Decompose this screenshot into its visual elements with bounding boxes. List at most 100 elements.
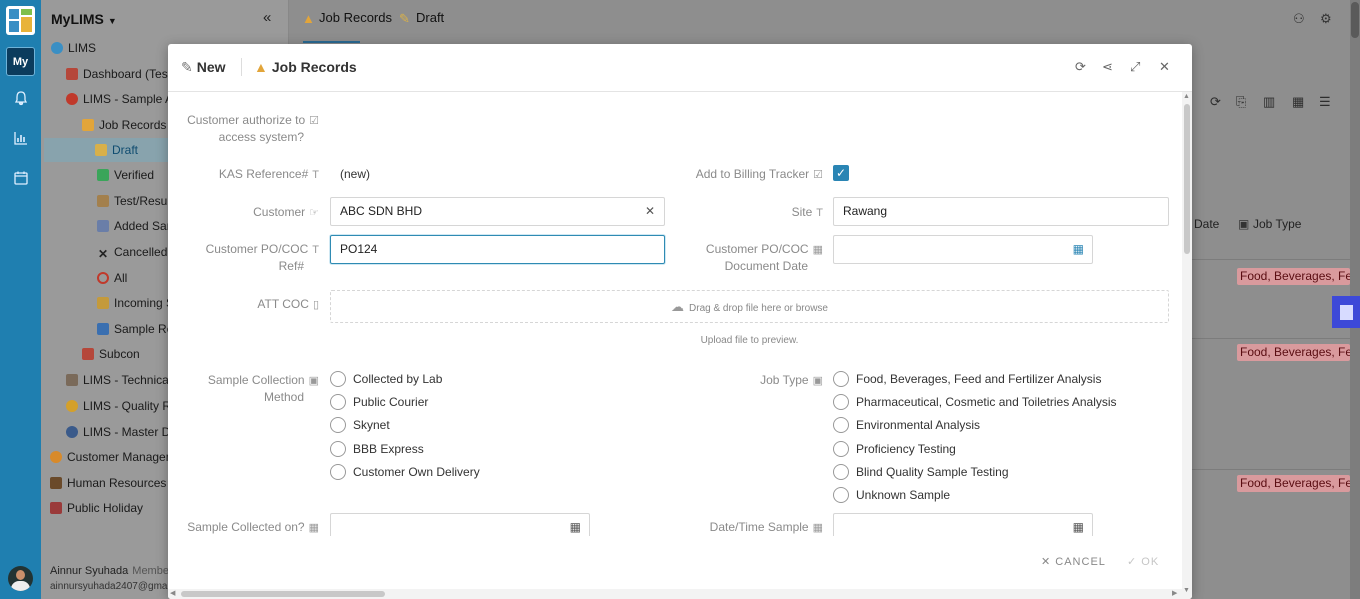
radio-customer-own-delivery[interactable]: Customer Own Delivery xyxy=(330,464,480,481)
sidebar-item-sample-register[interactable]: Sample Re xyxy=(97,317,173,341)
sample-collection-label: Sample Collection ▣ Method xyxy=(207,373,319,404)
modal-vertical-scrollbar[interactable]: ▲ ▼ xyxy=(1182,92,1192,599)
dropdown-icon: ▣ xyxy=(1238,217,1250,231)
dropdown-icon: ▣ xyxy=(812,375,823,387)
sidebar-item-job-records[interactable]: Job Records xyxy=(82,113,166,137)
radio-job-type-blind-quality[interactable]: Blind Quality Sample Testing xyxy=(833,464,1009,481)
sidebar-item-technical[interactable]: LIMS - Technical l xyxy=(66,368,177,392)
radio-job-type-unknown[interactable]: Unknown Sample xyxy=(833,487,950,504)
expand-icon[interactable]: ⤢ xyxy=(1130,59,1140,75)
user-name: Ainnur Syuhada xyxy=(50,565,129,577)
sidebar-item-dashboard[interactable]: Dashboard (Testi xyxy=(66,62,174,86)
new-job-record-modal: ✎ New ▲ Job Records ⟳ ⋖ ⤢ ✕ Customer autho… xyxy=(168,44,1192,599)
sidebar-item-lims[interactable]: LIMS xyxy=(51,36,96,60)
po-document-date-field[interactable]: ▦ xyxy=(833,235,1093,264)
table-divider xyxy=(1180,469,1350,470)
sidebar-item-added-sample[interactable]: Added San xyxy=(97,214,173,238)
radio-collected-by-lab[interactable]: Collected by Lab xyxy=(330,371,442,388)
sidebar-item-master-data[interactable]: LIMS - Master Da xyxy=(66,420,177,444)
sidebar-item-hr[interactable]: Human Resources xyxy=(50,471,166,495)
radio-job-type-environmental[interactable]: Environmental Analysis xyxy=(833,417,980,434)
ok-button[interactable]: ✓ OK xyxy=(1127,555,1159,568)
clear-icon[interactable]: ✕ xyxy=(645,198,655,225)
column-header-date[interactable]: Date xyxy=(1194,217,1219,231)
job-type-tag: Food, Beverages, Feed xyxy=(1237,475,1350,492)
share-icon[interactable]: ⋖ xyxy=(1102,59,1113,75)
workspace-title: MyLIMS xyxy=(51,11,104,27)
sidebar-item-label: Added San xyxy=(114,219,174,233)
dropdown-icon: ▣ xyxy=(308,375,319,387)
floating-panel-toggle[interactable] xyxy=(1332,296,1360,328)
calendar-icon: ▦ xyxy=(812,522,823,534)
sidebar-item-label: LIMS - Technical l xyxy=(83,373,178,387)
sidebar-item-incoming[interactable]: Incoming S xyxy=(97,291,174,315)
job-type-label: Job Type ▣ xyxy=(760,373,823,387)
org-chart-icon[interactable]: ⚇ xyxy=(1293,11,1305,27)
calendar-icon[interactable]: ▦ xyxy=(1073,514,1084,536)
sidebar-item-quality[interactable]: LIMS - Quality Rec xyxy=(66,394,184,418)
customer-po-field[interactable]: PO124 xyxy=(330,235,665,264)
cancel-button[interactable]: ✕ CANCEL xyxy=(1041,555,1106,568)
export-icon[interactable]: ⎘ xyxy=(1236,94,1246,110)
site-field[interactable]: Rawang xyxy=(833,197,1169,226)
sidebar-item-sample-accept[interactable]: LIMS - Sample Ac xyxy=(66,87,179,111)
active-tab-indicator xyxy=(303,41,360,43)
radio-job-type-proficiency[interactable]: Proficiency Testing xyxy=(833,441,956,458)
sidebar-item-customer[interactable]: Customer Managem xyxy=(50,445,176,469)
calendar-icon[interactable]: ▦ xyxy=(1073,236,1084,263)
refresh-icon[interactable]: ⟳ xyxy=(1210,94,1221,110)
calendar-icon[interactable] xyxy=(10,170,31,191)
text-icon: T xyxy=(312,244,319,256)
settings-icon[interactable]: ⚙ xyxy=(1320,11,1332,27)
chart-icon[interactable]: ▥ xyxy=(1263,94,1275,110)
radio-public-courier[interactable]: Public Courier xyxy=(330,394,428,411)
chart-bar-icon xyxy=(97,323,109,335)
customer-field[interactable]: ABC SDN BHD ✕ xyxy=(330,197,665,226)
breadcrumb-draft[interactable]: Draft xyxy=(416,10,444,25)
job-type-tag: Food, Beverages, Feed xyxy=(1237,344,1350,361)
sample-collected-on-label: Sample Collected on? ▦ xyxy=(187,520,319,534)
sidebar-item-label: Test/Resul xyxy=(114,194,171,208)
att-coc-label: ATT COC ▯ xyxy=(257,297,319,311)
dashboard-icon xyxy=(66,68,78,80)
radio-bbb-express[interactable]: BBB Express xyxy=(330,441,424,458)
close-icon[interactable]: ✕ xyxy=(1159,59,1170,75)
bell-icon[interactable] xyxy=(10,90,31,111)
sidebar-item-all[interactable]: All xyxy=(97,266,127,290)
chart-icon[interactable] xyxy=(10,130,31,151)
workspace-switcher[interactable]: MyLIMS ▼ xyxy=(51,11,117,27)
calendar-icon[interactable]: ▦ xyxy=(570,514,581,536)
user-info[interactable]: Ainnur Syuhada Member ainnursyuhada2407@g… xyxy=(50,564,173,594)
sample-collected-on-field[interactable]: ▦ xyxy=(330,513,590,536)
breadcrumb-job-records[interactable]: Job Records xyxy=(319,10,392,25)
modal-horizontal-scrollbar[interactable]: ◀ ▶ xyxy=(168,589,1182,599)
gear-icon xyxy=(66,426,78,438)
file-icon: ▯ xyxy=(312,299,319,311)
billing-tracker-checkbox[interactable]: ✓ xyxy=(833,165,849,181)
calendar-add-icon[interactable]: ▦ xyxy=(1292,94,1304,110)
datetime-sample-field[interactable]: ▦ xyxy=(833,513,1093,536)
billing-tracker-label: Add to Billing Tracker ☑ xyxy=(695,167,823,181)
po-document-date-label: Customer PO/COC ▦ Document Date xyxy=(705,242,823,273)
sidebar-item-verified[interactable]: Verified xyxy=(97,163,154,187)
modal-body: Customer authorize to ☑ access system? KA… xyxy=(168,92,1182,536)
refresh-icon[interactable]: ⟳ xyxy=(1075,59,1086,75)
file-dropzone[interactable]: ☁ Drag & drop file here or browse xyxy=(330,290,1169,323)
checklist-icon[interactable]: ☰ xyxy=(1319,94,1331,110)
top-breadcrumb-bar: ▲ Job Records ✎ Draft ⚇ ⚙ xyxy=(289,0,1360,42)
user-avatar[interactable] xyxy=(8,566,33,591)
sidebar-item-test-result[interactable]: Test/Resul xyxy=(97,189,170,213)
my-workspace-icon[interactable]: My xyxy=(6,47,35,76)
radio-job-type-food[interactable]: Food, Beverages, Feed and Fertilizer Ana… xyxy=(833,371,1101,388)
user-role: Member xyxy=(132,565,173,577)
sidebar-item-subcon[interactable]: Subcon xyxy=(82,342,140,366)
sidebar-item-public-holiday[interactable]: Public Holiday xyxy=(50,496,143,520)
radio-skynet[interactable]: Skynet xyxy=(330,417,390,434)
column-header-job-type[interactable]: Job Type xyxy=(1253,217,1301,231)
app-logo[interactable] xyxy=(6,6,35,35)
collapse-sidebar-icon[interactable]: « xyxy=(263,9,271,26)
sidebar-item-cancelled[interactable]: ✕ Cancelled xyxy=(97,240,167,264)
sidebar-item-label: LIMS - Sample Ac xyxy=(83,92,180,106)
memo-icon xyxy=(95,144,107,156)
radio-job-type-pharma[interactable]: Pharmaceutical, Cosmetic and Toiletries … xyxy=(833,394,1117,411)
